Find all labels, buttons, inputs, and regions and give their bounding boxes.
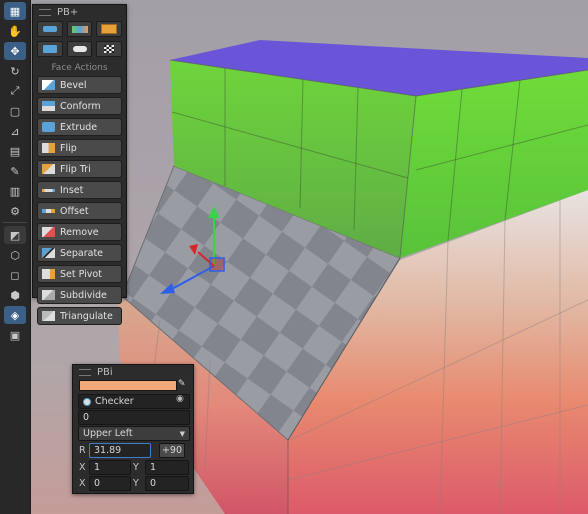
triangulate-button[interactable]: Triangulate (37, 307, 122, 325)
triangulate-icon (42, 311, 55, 321)
remove-icon (42, 227, 55, 237)
pb-plus-panel: PB+ Face Actions Bevel Conform Extrude F… (32, 4, 127, 325)
subdivide-icon (42, 290, 55, 300)
set-pivot-button[interactable]: Set Pivot (37, 265, 122, 283)
smoothing-icon[interactable] (66, 41, 93, 57)
conform-icon (42, 101, 55, 111)
tool-strip: ▦ ✋ ✥ ↻ ⤢ ▢ ⊿ ▤ ✎ ▥ ⚙ ◩ ⬡ ◻ ⬢ ◈ ▣ (0, 0, 31, 514)
folder-uv-icon[interactable] (37, 41, 63, 57)
pb-plus-title: PB+ (57, 6, 79, 18)
view-grid-icon[interactable]: ▦ (4, 2, 26, 20)
scale-y-field[interactable]: 1 (145, 460, 189, 475)
pen-tool-icon[interactable]: ✎ (4, 162, 26, 180)
drag-handle-icon[interactable] (79, 368, 91, 376)
set-pivot-icon (42, 269, 55, 279)
color-swatch[interactable] (79, 380, 177, 391)
extrude-button[interactable]: Extrude (37, 118, 122, 136)
eyedropper-icon[interactable]: ✎ (178, 379, 186, 389)
uv-brick-icon[interactable] (96, 21, 123, 37)
bevel-button[interactable]: Bevel (37, 76, 122, 94)
drag-handle-icon[interactable] (39, 8, 51, 16)
pbi-panel: PBi ✎ Checker ◉ 0 Upper Left ▼ R 31.89 +… (72, 364, 194, 494)
flip-tri-button[interactable]: Flip Tri (37, 160, 122, 178)
rotate-90-button[interactable]: +90 (159, 443, 185, 458)
shape-tools-icon[interactable] (37, 21, 63, 37)
pbi-title: PBi (97, 366, 113, 378)
subdivide-button[interactable]: Subdivide (37, 286, 122, 304)
offset-y-label: Y (133, 478, 139, 489)
rect-tool-icon[interactable]: ▢ (4, 102, 26, 120)
transform-tool-icon[interactable]: ⊿ (4, 122, 26, 140)
bevel-icon (42, 80, 55, 90)
offset-y-field[interactable]: 0 (145, 476, 189, 491)
scale-tool-icon[interactable]: ⤢ (4, 82, 26, 100)
move-tool-icon[interactable]: ✥ (4, 42, 26, 60)
rotation-field[interactable]: 31.89 (89, 443, 151, 458)
anchor-dropdown[interactable]: Upper Left ▼ (78, 426, 190, 441)
scale-y-label: Y (133, 462, 139, 473)
draw-shape-icon[interactable]: ◩ (4, 226, 26, 244)
uv-mode-icon[interactable]: ▣ (4, 326, 26, 344)
scale-x-label: X (79, 462, 86, 473)
pb-plus-titlebar[interactable]: PB+ (33, 5, 126, 19)
settings-tool-icon[interactable]: ⚙ (4, 202, 26, 220)
offset-icon (42, 209, 55, 213)
inset-button[interactable]: Inset (37, 181, 122, 199)
rotate-tool-icon[interactable]: ↻ (4, 62, 26, 80)
scale-x-field[interactable]: 1 (89, 460, 131, 475)
face-actions-label: Face Actions (51, 63, 108, 73)
checker-icon[interactable] (96, 41, 123, 57)
offset-button[interactable]: Offset (37, 202, 122, 220)
offset-x-field[interactable]: 0 (89, 476, 131, 491)
material-editor-icon[interactable] (66, 21, 93, 37)
grid-edit-icon[interactable]: ▤ (4, 142, 26, 160)
flip-button[interactable]: Flip (37, 139, 122, 157)
material-dot-icon (83, 397, 91, 406)
face-mode-icon[interactable]: ◈ (4, 306, 26, 324)
object-picker-icon[interactable]: ◉ (176, 394, 184, 404)
flip-icon (42, 143, 55, 153)
vertex-mode-icon[interactable]: ◻ (4, 266, 26, 284)
flip-tri-icon (42, 164, 55, 174)
new-shape-icon[interactable]: ⬡ (4, 246, 26, 264)
separate-button[interactable]: Separate (37, 244, 122, 262)
object-mode-icon[interactable]: ⬢ (4, 286, 26, 304)
pbi-titlebar[interactable]: PBi (73, 365, 193, 379)
rotation-label: R (79, 445, 86, 456)
remove-button[interactable]: Remove (37, 223, 122, 241)
select-grid-icon[interactable]: ▥ (4, 182, 26, 200)
hand-tool-icon[interactable]: ✋ (4, 22, 26, 40)
conform-button[interactable]: Conform (37, 97, 122, 115)
chevron-down-icon: ▼ (179, 429, 185, 438)
extrude-icon (42, 122, 55, 132)
material-field[interactable]: Checker (78, 394, 190, 409)
offset-x-label: X (79, 478, 86, 489)
value-field[interactable]: 0 (78, 410, 190, 425)
separate-icon (42, 248, 55, 258)
inset-icon (42, 188, 55, 192)
